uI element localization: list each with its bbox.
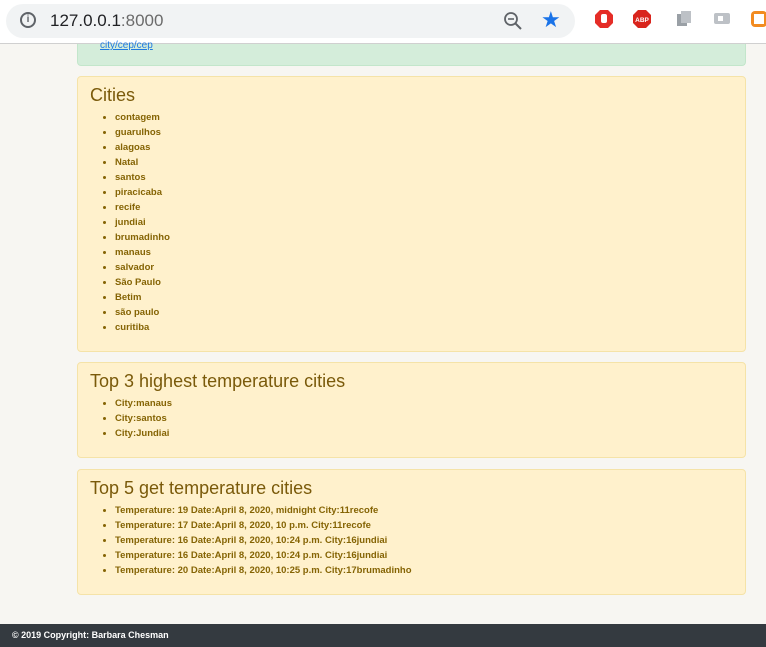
list-item: piracicaba — [115, 185, 170, 200]
cities-title: Cities — [90, 85, 136, 105]
list-item: Temperature: 16 Date:April 8, 2020, 10:2… — [115, 533, 412, 548]
list-item: São Paulo — [115, 275, 170, 290]
top5-title: Top 5 get temperature cities — [90, 478, 313, 498]
info-icon[interactable]: i — [20, 12, 36, 28]
list-item: brumadinho — [115, 230, 170, 245]
list-item: jundiai — [115, 215, 170, 230]
list-item: santos — [115, 170, 170, 185]
list-item: Betim — [115, 290, 170, 305]
address-bar[interactable]: i 127.0.0.1:8000 ★ — [6, 4, 575, 38]
list-item: City:manaus — [115, 396, 172, 411]
list-item: alagoas — [115, 140, 170, 155]
list-item: City:Jundiai — [115, 426, 172, 441]
cities-card: Cities contagem guarulhos alagoas Natal … — [77, 76, 746, 352]
cities-list: contagem guarulhos alagoas Natal santos … — [78, 110, 170, 335]
top3-card: Top 3 highest temperature cities City:ma… — [77, 362, 746, 458]
list-item: contagem — [115, 110, 170, 125]
browser-toolbar: i 127.0.0.1:8000 ★ ABP — [0, 0, 766, 44]
list-item: Natal — [115, 155, 170, 170]
top3-title: Top 3 highest temperature cities — [90, 371, 346, 391]
url-text[interactable]: 127.0.0.1:8000 — [50, 11, 163, 31]
list-item: recife — [115, 200, 170, 215]
list-item: Temperature: 19 Date:April 8, 2020, midn… — [115, 503, 412, 518]
list-item: City:santos — [115, 411, 172, 426]
copy-extension-icon[interactable] — [674, 9, 694, 29]
success-alert: city/cep/cep — [77, 40, 746, 66]
list-item: guarulhos — [115, 125, 170, 140]
bookmark-star-icon[interactable]: ★ — [541, 9, 561, 31]
adblock-plus-extension-icon[interactable]: ABP — [632, 9, 652, 29]
zoom-out-icon[interactable] — [503, 11, 523, 31]
url-host: 127.0.0.1 — [50, 11, 121, 30]
list-item: são paulo — [115, 305, 170, 320]
stop-sign-extension-icon[interactable] — [594, 9, 614, 29]
top5-list: Temperature: 19 Date:April 8, 2020, midn… — [78, 503, 412, 578]
copyright-text: © 2019 Copyright: Barbara Chesman — [12, 630, 169, 640]
footer: © 2019 Copyright: Barbara Chesman — [0, 624, 766, 647]
list-item: Temperature: 20 Date:April 8, 2020, 10:2… — [115, 563, 412, 578]
list-item: manaus — [115, 245, 170, 260]
top3-list: City:manaus City:santos City:Jundiai — [78, 396, 172, 441]
svg-text:ABP: ABP — [635, 17, 649, 24]
screen-extension-icon[interactable] — [712, 9, 732, 29]
top5-card: Top 5 get temperature cities Temperature… — [77, 469, 746, 595]
image-extension-icon[interactable] — [750, 9, 766, 29]
list-item: salvador — [115, 260, 170, 275]
list-item: curitiba — [115, 320, 170, 335]
list-item: Temperature: 17 Date:April 8, 2020, 10 p… — [115, 518, 412, 533]
cep-link[interactable]: city/cep/cep — [100, 40, 153, 51]
url-port: :8000 — [120, 11, 164, 30]
list-item: Temperature: 16 Date:April 8, 2020, 10:2… — [115, 548, 412, 563]
